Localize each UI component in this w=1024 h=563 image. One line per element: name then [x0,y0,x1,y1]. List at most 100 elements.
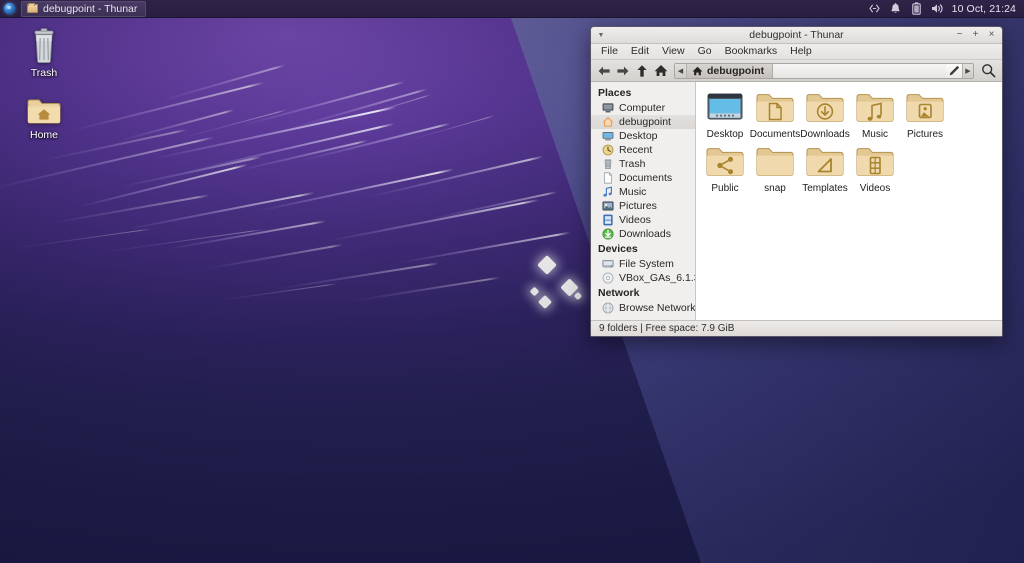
taskbar-window-label: debugpoint - Thunar [43,2,138,15]
sidebar-item-label: Videos [619,214,651,226]
file-item-label: Pictures [906,129,944,140]
search-icon[interactable] [979,61,998,80]
downloads-folder-icon [805,90,845,127]
whisker-menu-button[interactable] [0,0,18,18]
document-icon [602,172,614,184]
harddisk-icon [602,258,614,270]
sidebar-item-computer[interactable]: Computer [591,101,695,115]
folder-icon [27,2,38,13]
file-item-music[interactable]: Music [850,90,900,140]
file-item-desktop[interactable]: Desktop [700,90,750,140]
notification-bell-icon[interactable] [889,2,902,15]
window-titlebar[interactable]: ▼ debugpoint - Thunar − + × [591,27,1002,44]
file-item-public[interactable]: Public [700,144,750,194]
battery-icon[interactable] [910,2,923,15]
thunar-file-manager-window: ▼ debugpoint - Thunar − + × File Edit View… [590,26,1003,337]
system-tray: 10 Oct, 21:24 [868,2,1024,15]
file-item-templates[interactable]: Templates [800,144,850,194]
file-item-videos[interactable]: Videos [850,144,900,194]
back-arrow-icon[interactable] [595,62,612,79]
picture-icon [602,200,614,212]
download-icon [602,228,614,240]
pictures-folder-icon [905,90,945,127]
home-folder-icon [27,99,61,124]
sidebar-item-documents[interactable]: Documents [591,171,695,185]
up-arrow-icon[interactable] [633,62,650,79]
network-icon[interactable] [868,2,881,15]
sidebar-item-recent[interactable]: Recent [591,143,695,157]
sidebar-group-devices: Devices [598,243,638,255]
home-icon[interactable] [652,62,669,79]
menubar: File Edit View Go Bookmarks Help [591,44,1002,60]
path-scroll-right-icon[interactable]: ▶ [962,63,973,78]
sidebar-item-downloads[interactable]: Downloads [591,227,695,241]
sidebar-item-label: Documents [619,172,673,184]
maximize-button[interactable]: + [971,30,980,40]
trash-icon [34,28,54,64]
window-menu-icon[interactable]: ▼ [595,29,607,41]
sidebar-item-debugpoint[interactable]: debugpoint [591,115,695,129]
home-icon [692,66,703,75]
desktop-icon-trash[interactable]: Trash [8,28,80,79]
taskbar: debugpoint - Thunar 10 Oct, 21:24 [0,0,1024,18]
snap-folder-icon [755,144,795,181]
templates-folder-icon [805,144,845,181]
computer-icon [602,102,614,114]
file-item-snap[interactable]: snap [750,144,800,194]
desktop-icon-home[interactable]: Home [8,96,80,141]
taskbar-window-button-thunar[interactable]: debugpoint - Thunar [21,0,147,17]
minimize-button[interactable]: − [955,30,964,40]
menu-item-file[interactable]: File [595,44,624,59]
sidebar-item-vbox-gas-6-1-38[interactable]: VBox_GAs_6.1.38 [591,271,695,285]
path-scroll-left-icon[interactable]: ◀ [675,63,687,78]
sidebar-item-label: VBox_GAs_6.1.38 [619,272,695,284]
forward-arrow-icon[interactable] [614,62,631,79]
sidebar-item-label: Music [619,186,647,198]
edit-path-icon[interactable] [946,64,962,78]
sidebar-item-pictures[interactable]: Pictures [591,199,695,213]
file-item-label: Documents [749,129,801,140]
sidebar-item-file-system[interactable]: File System [591,257,695,271]
file-item-documents[interactable]: Documents [750,90,800,140]
volume-icon[interactable] [931,2,944,15]
sidebar-item-videos[interactable]: Videos [591,213,695,227]
network-globe-icon [602,302,614,314]
music-folder-icon [855,90,895,127]
sidebar-item-desktop[interactable]: Desktop [591,129,695,143]
sidebar-item-label: File System [619,258,674,270]
clock[interactable]: 10 Oct, 21:24 [952,3,1016,15]
window-title: debugpoint - Thunar [749,29,844,41]
file-list-view[interactable]: Desktop Documents Downloads Music Pictures Pu… [696,82,1002,320]
sidebar-item-label: Browse Network [619,302,696,314]
menu-item-bookmarks[interactable]: Bookmarks [719,44,784,59]
breadcrumb-debugpoint[interactable]: debugpoint [687,63,774,78]
path-empty-area[interactable] [773,63,946,78]
file-item-pictures[interactable]: Pictures [900,90,950,140]
menu-item-help[interactable]: Help [784,44,818,59]
file-item-downloads[interactable]: Downloads [800,90,850,140]
menu-item-view[interactable]: View [656,44,691,59]
home-icon [602,116,614,128]
sidebar-item-music[interactable]: Music [591,185,695,199]
menu-item-edit[interactable]: Edit [625,44,655,59]
public-folder-icon [705,144,745,181]
sidebar-group-network: Network [598,287,640,299]
status-bar: 9 folders | Free space: 7.9 GiB [591,320,1002,336]
sidebar-item-browse-network[interactable]: Browse Network [591,301,695,315]
sidebar-item-label: Trash [619,158,646,170]
desktop-icon-label: Home [29,129,58,141]
music-note-icon [602,186,614,198]
toolbar: ◀ debugpoint ▶ [591,60,1002,82]
desktop-icon [602,130,614,142]
close-button[interactable]: × [987,30,996,40]
menu-item-go[interactable]: Go [692,44,718,59]
sidebar-item-label: Pictures [619,200,657,212]
sidebar-item-label: Downloads [619,228,671,240]
file-item-label: Templates [802,183,848,194]
places-sidebar: Places Computer debugpoint Desktop Recent Tra… [591,82,696,320]
documents-folder-icon [755,90,795,127]
file-item-label: Public [711,183,739,194]
sidebar-item-trash[interactable]: Trash [591,157,695,171]
path-bar[interactable]: ◀ debugpoint ▶ [674,62,974,79]
recent-clock-icon [602,144,614,156]
